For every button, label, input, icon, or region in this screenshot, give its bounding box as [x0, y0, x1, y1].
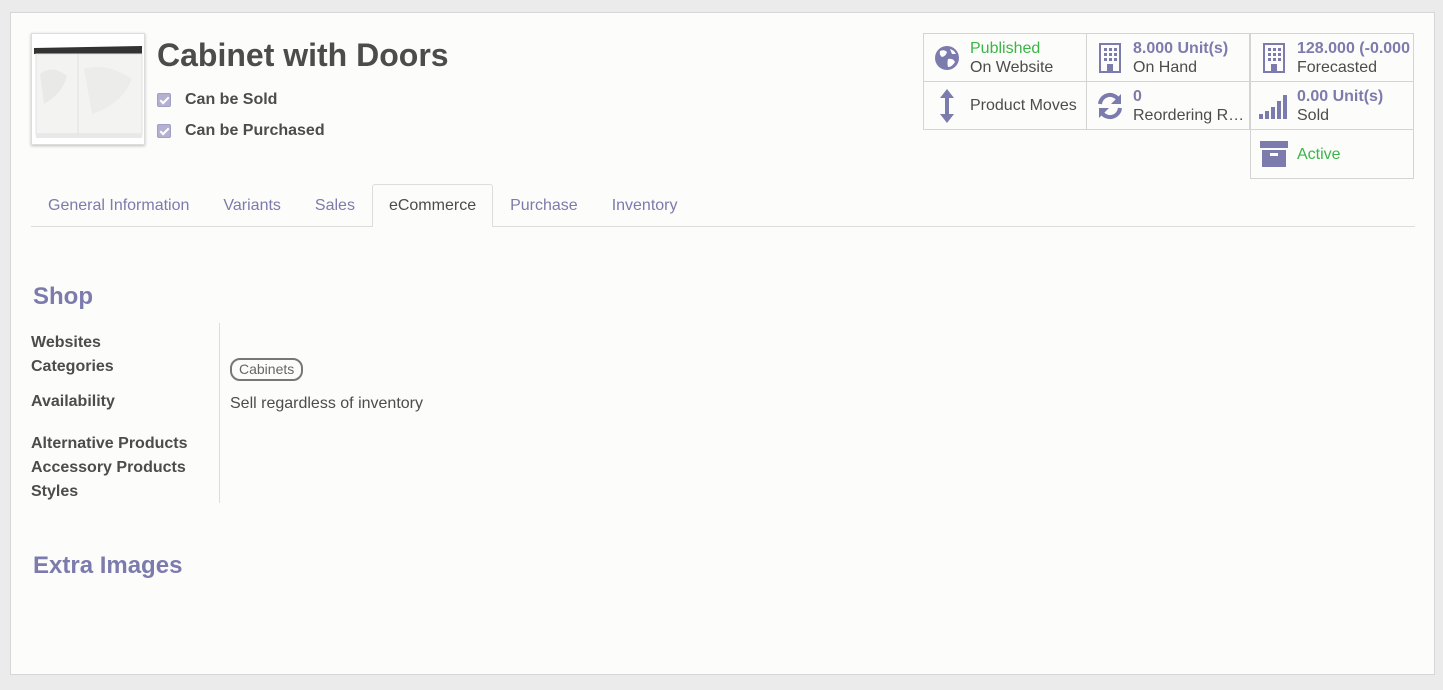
active-button[interactable]: Active [1250, 129, 1414, 179]
can-be-sold-field[interactable]: Can be Sold [157, 91, 277, 109]
categories-label: Categories [31, 358, 114, 375]
sold-button[interactable]: 0.00 Unit(s) Sold [1250, 81, 1414, 130]
sold-label: Sold [1297, 106, 1330, 124]
building-icon [1087, 42, 1133, 73]
product-moves-label: Product Moves [970, 97, 1077, 114]
reordering-rules-button[interactable]: 0 Reordering R… [1086, 81, 1250, 130]
tab-purchase[interactable]: Purchase [493, 184, 595, 227]
accessory-products-label: Accessory Products [31, 459, 186, 476]
tab-general-information[interactable]: General Information [31, 184, 206, 227]
can-be-purchased-field[interactable]: Can be Purchased [157, 122, 325, 140]
can-be-purchased-label: Can be Purchased [185, 122, 325, 139]
active-label: Active [1297, 145, 1341, 163]
shop-section-title: Shop [33, 283, 93, 310]
alternative-products-label: Alternative Products [31, 435, 188, 452]
tab-sales[interactable]: Sales [298, 184, 372, 227]
forecasted-label: Forecasted [1297, 58, 1378, 76]
reordering-label: Reordering R… [1133, 106, 1245, 124]
building-icon [1251, 42, 1297, 73]
reordering-value: 0 [1133, 87, 1142, 105]
sold-value: 0.00 Unit(s) [1297, 87, 1384, 105]
arrows-vertical-icon [924, 88, 970, 123]
availability-label: Availability [31, 393, 115, 410]
signal-icon [1251, 93, 1297, 119]
field-divider [219, 323, 220, 503]
published-status: Published [970, 39, 1041, 57]
websites-label: Websites [31, 334, 101, 351]
product-image[interactable] [31, 33, 145, 145]
forecasted-button[interactable]: 128.000 (-0.000 Forecasted [1250, 33, 1414, 82]
on-hand-label: On Hand [1133, 58, 1198, 76]
extra-images-title: Extra Images [33, 552, 183, 579]
can-be-sold-label: Can be Sold [185, 91, 278, 108]
styles-label: Styles [31, 483, 79, 500]
on-hand-value: 8.000 Unit(s) [1133, 39, 1229, 57]
on-hand-button[interactable]: 8.000 Unit(s) On Hand [1086, 33, 1250, 82]
notebook-tabs: General Information Variants Sales eComm… [31, 184, 1415, 227]
form-sheet: Cabinet with Doors Can be Sold Can be Pu… [10, 12, 1435, 675]
refresh-icon [1087, 92, 1133, 120]
published-button[interactable]: Published On Website [923, 33, 1087, 82]
can-be-sold-checkbox[interactable] [157, 93, 171, 107]
tab-ecommerce[interactable]: eCommerce [371, 184, 494, 227]
availability-value[interactable]: Sell regardless of inventory [230, 395, 423, 413]
product-moves-button[interactable]: Product Moves [923, 81, 1087, 130]
archive-icon [1251, 141, 1297, 167]
tab-variants[interactable]: Variants [206, 184, 298, 227]
product-name[interactable]: Cabinet with Doors [157, 37, 449, 74]
forecasted-value: 128.000 (-0.000 [1297, 39, 1410, 57]
globe-icon [924, 45, 970, 71]
can-be-purchased-checkbox[interactable] [157, 124, 171, 138]
published-label: On Website [970, 58, 1054, 76]
category-tag[interactable]: Cabinets [230, 358, 304, 381]
tab-inventory[interactable]: Inventory [595, 184, 695, 227]
